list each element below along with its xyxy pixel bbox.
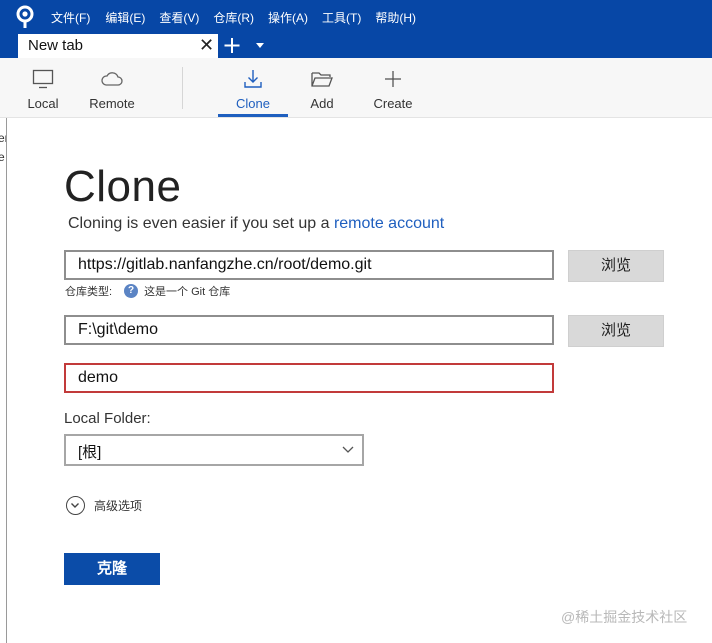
expand-circle-icon — [66, 496, 85, 515]
toolbar-local-label: Local — [27, 96, 59, 111]
left-pane-clipped: ol er e — [0, 118, 7, 643]
title-bar: 文件(F) 编辑(E) 查看(V) 仓库(R) 操作(A) 工具(T) 帮助(H… — [0, 0, 712, 34]
advanced-options-toggle[interactable]: 高级选项 — [66, 496, 142, 515]
subtitle-text: Cloning is even easier if you set up a — [68, 215, 334, 232]
destination-path-input[interactable]: F:\git\demo — [64, 315, 554, 345]
browse-source-button[interactable]: 浏览 — [568, 250, 664, 282]
folder-open-icon — [311, 72, 333, 87]
menu-bar: 文件(F) 编辑(E) 查看(V) 仓库(R) 操作(A) 工具(T) 帮助(H… — [51, 9, 430, 26]
plus-icon — [385, 71, 401, 87]
menu-help[interactable]: 帮助(H) — [375, 9, 416, 26]
chevron-down-icon[interactable] — [256, 43, 264, 48]
repo-type-info: 仓库类型: ? 这是一个 Git 仓库 — [65, 283, 230, 299]
toolbar-create-label: Create — [373, 96, 413, 111]
toolbar-remote-label: Remote — [89, 96, 135, 111]
menu-file[interactable]: 文件(F) — [51, 9, 90, 26]
remote-account-link[interactable]: remote account — [334, 215, 444, 232]
tab-title: New tab — [28, 37, 84, 54]
sourcetree-logo-icon[interactable] — [14, 5, 36, 29]
download-icon — [244, 70, 262, 88]
toolbar-divider — [182, 67, 183, 109]
toolbar-clone-button[interactable]: Clone — [218, 58, 288, 118]
monitor-icon — [32, 69, 54, 89]
toolbar-remote-button[interactable]: Remote — [84, 58, 140, 118]
close-icon[interactable]: ✕ — [199, 35, 214, 55]
toolbar-add-button[interactable]: Add — [300, 58, 344, 118]
toolbar-local-button[interactable]: Local — [18, 58, 68, 118]
menu-repository[interactable]: 仓库(R) — [213, 9, 254, 26]
add-tab-icon[interactable] — [222, 34, 242, 56]
menu-view[interactable]: 查看(V) — [159, 9, 199, 26]
help-icon: ? — [124, 284, 139, 298]
page-title: Clone — [64, 162, 182, 211]
active-tab-indicator — [218, 114, 288, 117]
menu-edit[interactable]: 编辑(E) — [105, 9, 145, 26]
left-pane-text: e — [0, 150, 5, 164]
local-folder-selected: [根] — [78, 444, 102, 461]
tab-strip: New tab ✕ — [0, 34, 712, 58]
menu-tools[interactable]: 工具(T) — [322, 9, 361, 26]
watermark: @稀土掘金技术社区 — [561, 609, 688, 625]
chevron-down-icon — [342, 446, 354, 453]
cloud-icon — [101, 72, 123, 86]
toolbar-create-button[interactable]: Create — [366, 58, 420, 118]
page-subtitle: Cloning is even easier if you set up a r… — [68, 215, 444, 233]
tab-new-tab[interactable]: New tab ✕ — [18, 34, 218, 58]
clone-button[interactable]: 克隆 — [64, 553, 160, 585]
local-folder-select[interactable]: [根] — [64, 434, 364, 466]
advanced-options-label: 高级选项 — [94, 499, 143, 513]
repo-type-label: 仓库类型: — [65, 286, 113, 298]
toolbar-add-label: Add — [310, 96, 334, 111]
source-url-input[interactable]: https://gitlab.nanfangzhe.cn/root/demo.g… — [64, 250, 554, 280]
browse-destination-button[interactable]: 浏览 — [568, 315, 664, 347]
repo-name-input[interactable]: demo — [64, 363, 554, 393]
left-pane-text: er — [0, 131, 6, 145]
menu-actions[interactable]: 操作(A) — [268, 9, 308, 26]
local-folder-label: Local Folder: — [64, 410, 151, 427]
repo-type-value: 这是一个 Git 仓库 — [144, 286, 231, 298]
toolbar: Local Remote Clone Add Create — [0, 58, 712, 118]
toolbar-clone-label: Clone — [236, 96, 270, 111]
